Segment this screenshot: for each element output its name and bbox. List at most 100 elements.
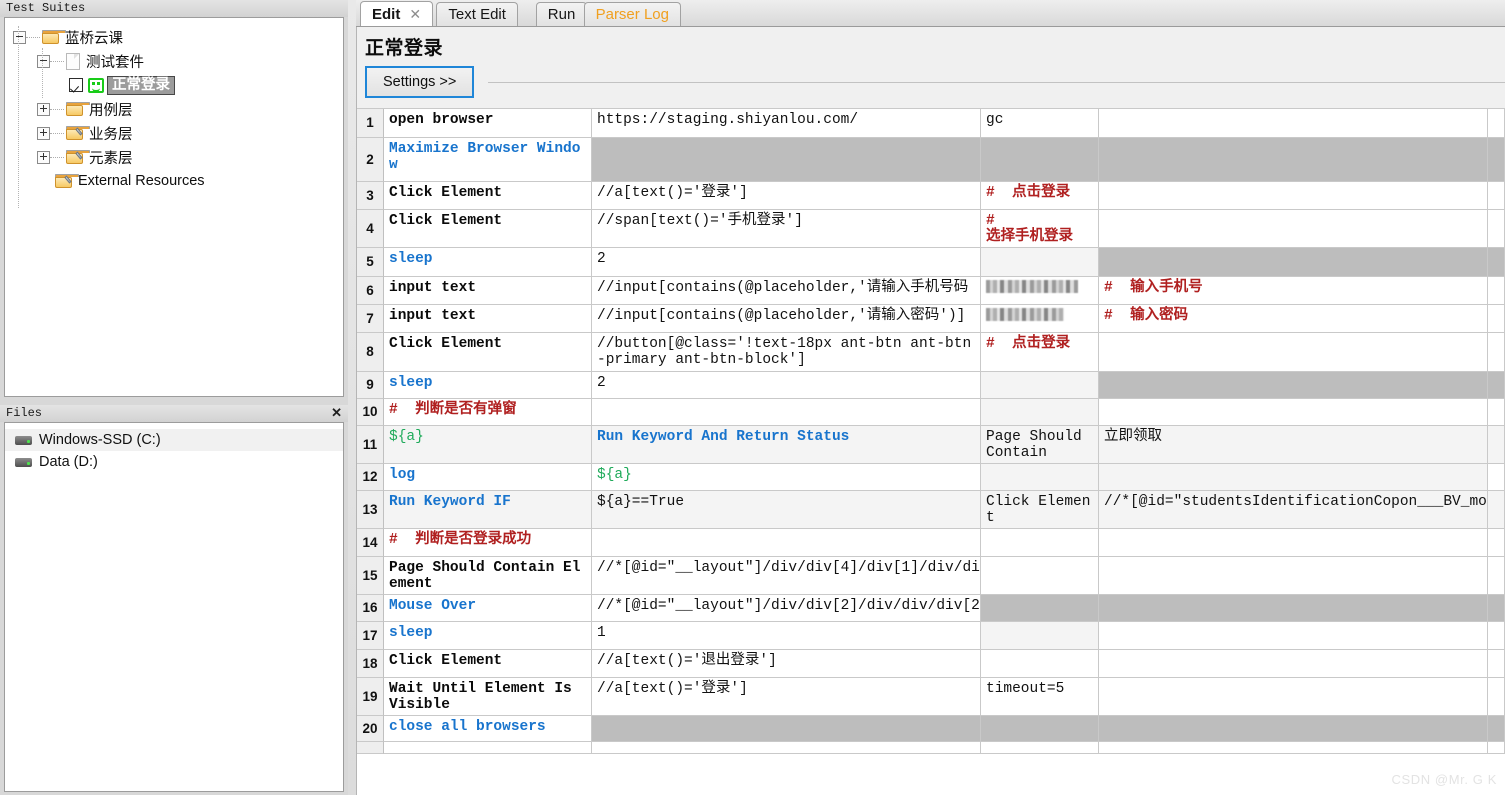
grid-row[interactable]: 18 Click Element //a[text()='退出登录'] <box>357 650 1505 678</box>
grid-cell-overflow[interactable] <box>1488 277 1505 305</box>
grid-cell[interactable] <box>1099 650 1488 678</box>
grid-cell[interactable] <box>1099 210 1488 248</box>
tree-item[interactable]: 测试套件 <box>5 49 343 73</box>
tree-item[interactable]: 蓝桥云课 <box>5 25 343 49</box>
grid-cell[interactable]: sleep <box>384 622 592 650</box>
grid-cell[interactable] <box>592 716 981 742</box>
grid-cell-overflow[interactable] <box>1488 372 1505 399</box>
grid-cell[interactable]: //input[contains(@placeholder,'请输入手机号码 <box>592 277 981 305</box>
grid-cell-overflow[interactable] <box>1488 557 1505 595</box>
grid-cell[interactable] <box>981 557 1099 595</box>
grid-cell-overflow[interactable] <box>1488 595 1505 622</box>
grid-row[interactable]: 16 Mouse Over //*[@id="__layout"]/div/div[… <box>357 595 1505 622</box>
files-list-panel[interactable]: Windows-SSD (C:) Data (D:) <box>4 422 344 792</box>
grid-cell[interactable]: Maximize Browser Window <box>384 138 592 182</box>
grid-cell[interactable] <box>384 742 592 754</box>
grid-cell[interactable]: Click Element <box>384 210 592 248</box>
grid-cell-overflow[interactable] <box>1488 464 1505 491</box>
grid-row[interactable]: 5 sleep 2 <box>357 248 1505 277</box>
grid-cell[interactable] <box>1099 109 1488 138</box>
grid-cell[interactable] <box>1099 678 1488 716</box>
grid-row[interactable]: 20 close all browsers <box>357 716 1505 742</box>
grid-cell-overflow[interactable] <box>1488 650 1505 678</box>
grid-cell[interactable]: input text <box>384 277 592 305</box>
files-list[interactable]: Windows-SSD (C:) Data (D:) <box>5 423 343 473</box>
grid-cell[interactable]: Page Should Contain Element <box>384 557 592 595</box>
expand-icon[interactable] <box>37 102 50 116</box>
expand-icon[interactable] <box>37 126 50 140</box>
grid-row[interactable]: 15 Page Should Contain Element //*[@id="__… <box>357 557 1505 595</box>
grid-cell[interactable] <box>981 716 1099 742</box>
grid-row[interactable]: 12 log ${a} <box>357 464 1505 491</box>
grid-cell[interactable]: //span[text()='手机登录'] <box>592 210 981 248</box>
grid-cell[interactable]: Click Element <box>384 650 592 678</box>
grid-cell[interactable]: sleep <box>384 372 592 399</box>
grid-cell[interactable]: gc <box>981 109 1099 138</box>
grid-cell[interactable]: # 判断是否登录成功 <box>384 529 592 557</box>
grid-cell[interactable] <box>981 372 1099 399</box>
grid-cell[interactable]: https://staging.shiyanlou.com/ <box>592 109 981 138</box>
grid-cell[interactable]: Mouse Over <box>384 595 592 622</box>
grid-row[interactable]: 6 input text //input[contains(@placeholder… <box>357 277 1505 305</box>
grid-cell[interactable]: ${a}==True <box>592 491 981 529</box>
grid-cell-overflow[interactable] <box>1488 529 1505 557</box>
file-list-item[interactable]: Windows-SSD (C:) <box>5 429 343 451</box>
grid-cell[interactable]: //*[@id="studentsIdentificationCopon___B… <box>1099 491 1488 529</box>
grid-cell-overflow[interactable] <box>1488 399 1505 426</box>
file-list-item[interactable]: Data (D:) <box>5 451 343 473</box>
tab-text-edit[interactable]: Text Edit <box>436 2 518 26</box>
grid-cell-overflow[interactable] <box>1488 109 1505 138</box>
grid-cell[interactable] <box>592 138 981 182</box>
grid-cell[interactable] <box>981 399 1099 426</box>
grid-cell[interactable]: close all browsers <box>384 716 592 742</box>
grid-cell-overflow[interactable] <box>1488 716 1505 742</box>
grid-row[interactable]: 7 input text //input[contains(@placeholder… <box>357 305 1505 333</box>
grid-row[interactable]: 11 ${a} Run Keyword And Return Status Page … <box>357 426 1505 464</box>
grid-cell[interactable]: Click Element <box>981 491 1099 529</box>
settings-button[interactable]: Settings >> <box>365 66 475 98</box>
collapse-icon[interactable] <box>37 54 50 68</box>
grid-cell[interactable]: ${a} <box>592 464 981 491</box>
grid-cell[interactable] <box>981 248 1099 277</box>
grid-cell[interactable]: # 输入手机号 <box>1099 277 1488 305</box>
grid-row[interactable] <box>357 742 1505 754</box>
grid-cell[interactable] <box>1099 595 1488 622</box>
grid-cell[interactable]: 2 <box>592 248 981 277</box>
tree-item[interactable]: 元素层 <box>5 145 343 169</box>
tab-run[interactable]: Run <box>535 2 588 26</box>
grid-row[interactable]: 10 # 判断是否有弹窗 <box>357 399 1505 426</box>
grid-row[interactable]: 4 Click Element //span[text()='手机登录'] # 选择手… <box>357 210 1505 248</box>
grid-cell[interactable] <box>592 742 981 754</box>
grid-cell[interactable] <box>981 464 1099 491</box>
grid-cell[interactable]: ${a} <box>384 426 592 464</box>
grid-cell[interactable]: input text <box>384 305 592 333</box>
grid-row[interactable]: 1 open browser https://staging.shiyanlou.c… <box>357 109 1505 138</box>
tab-close-icon[interactable]: ✕ <box>409 6 421 23</box>
grid-cell-overflow[interactable] <box>1488 622 1505 650</box>
checkbox-icon[interactable] <box>69 78 83 92</box>
grid-cell-overflow[interactable] <box>1488 248 1505 277</box>
grid-cell-overflow[interactable] <box>1488 305 1505 333</box>
grid-cell[interactable] <box>1099 529 1488 557</box>
tree-item[interactable]: 正常登录 <box>5 73 343 97</box>
grid-cell[interactable] <box>981 595 1099 622</box>
grid-cell[interactable] <box>1099 372 1488 399</box>
grid-cell[interactable] <box>981 305 1099 333</box>
grid-cell[interactable]: //a[text()='登录'] <box>592 678 981 716</box>
grid-row[interactable]: 19 Wait Until Element Is Visible //a[text(… <box>357 678 1505 716</box>
grid-cell[interactable] <box>1099 182 1488 210</box>
grid-cell[interactable] <box>981 622 1099 650</box>
grid-cell[interactable]: //button[@class='!text-18px ant-btn ant-… <box>592 333 981 372</box>
tree-item[interactable]: 用例层 <box>5 97 343 121</box>
grid-cell-overflow[interactable] <box>1488 426 1505 464</box>
grid-cell[interactable]: Click Element <box>384 333 592 372</box>
grid-cell[interactable] <box>1099 333 1488 372</box>
grid-cell[interactable]: //*[@id="__layout"]/div/div[2]/div/div/d… <box>592 595 981 622</box>
grid-cell[interactable] <box>981 742 1099 754</box>
grid-cell[interactable]: 立即领取 <box>1099 426 1488 464</box>
close-icon[interactable]: ✕ <box>331 405 342 421</box>
grid-cell-overflow[interactable] <box>1488 742 1505 754</box>
grid-row[interactable]: 3 Click Element //a[text()='登录'] # 点击登录 <box>357 182 1505 210</box>
grid-cell[interactable] <box>981 138 1099 182</box>
grid-cell-overflow[interactable] <box>1488 333 1505 372</box>
